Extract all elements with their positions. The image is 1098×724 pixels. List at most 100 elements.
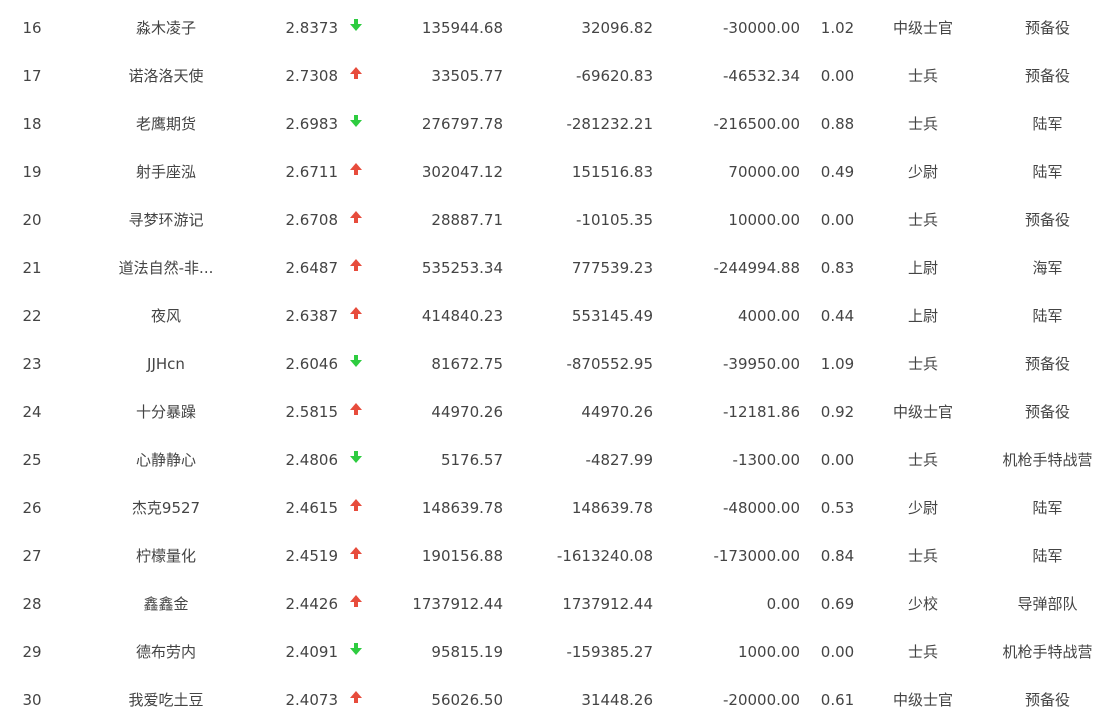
- name-cell: 德布劳内: [135, 643, 196, 661]
- rank-cell: 27: [22, 547, 42, 565]
- value2-cell: 553145.49: [571, 307, 653, 325]
- score-cell: 2.4091: [285, 643, 339, 661]
- ratio-cell: 0.83: [820, 259, 855, 277]
- arrow-up-icon: [349, 531, 363, 579]
- rank-cell: 21: [22, 259, 42, 277]
- score-cell: 2.6487: [285, 259, 339, 277]
- military-rank-cell: 少校: [907, 595, 938, 613]
- ratio-cell: 0.88: [820, 115, 855, 133]
- unit-cell: 陆军: [1032, 307, 1063, 325]
- trend-cell: [346, 100, 366, 148]
- arrow-up-icon: [349, 243, 363, 291]
- rank-cell: 19: [22, 163, 42, 181]
- score-cell: 2.6983: [285, 115, 339, 133]
- table-row[interactable]: 22 夜风 2.6387 414840.23 553145.49 4000.00 0.44 上…: [0, 292, 1098, 340]
- unit-cell: 陆军: [1032, 547, 1063, 565]
- military-rank-cell: 少尉: [907, 499, 938, 517]
- military-rank-cell: 中级士官: [892, 19, 953, 37]
- score-cell: 2.6387: [285, 307, 339, 325]
- trend-cell: [346, 388, 366, 436]
- name-cell: 心静静心: [135, 451, 196, 469]
- arrow-up-icon: [349, 675, 363, 723]
- ratio-cell: 0.44: [820, 307, 855, 325]
- name-cell: 夜风: [150, 307, 181, 325]
- table-row[interactable]: 29 德布劳内 2.4091 95815.19 -159385.27 1000.00 0.0…: [0, 628, 1098, 676]
- rank-cell: 30: [22, 691, 42, 709]
- trend-cell: [346, 340, 366, 388]
- score-cell: 2.6711: [285, 163, 339, 181]
- arrow-down-icon: [349, 435, 363, 483]
- value1-cell: 276797.78: [421, 115, 503, 133]
- arrow-up-icon: [349, 483, 363, 531]
- value2-cell: -281232.21: [566, 115, 653, 133]
- table-row[interactable]: 18 老鹰期货 2.6983 276797.78 -281232.21 -216500.0…: [0, 100, 1098, 148]
- table-row[interactable]: 26 杰克9527 2.4615 148639.78 148639.78 -48000.0…: [0, 484, 1098, 532]
- score-cell: 2.4806: [285, 451, 339, 469]
- value3-cell: 0.00: [766, 595, 800, 613]
- table-row[interactable]: 16 淼木凌子 2.8373 135944.68 32096.82 -30000.00 1.…: [0, 4, 1098, 52]
- table-row[interactable]: 28 鑫鑫金 2.4426 1737912.44 1737912.44 0.00 0.69 少…: [0, 580, 1098, 628]
- value2-cell: 32096.82: [581, 19, 653, 37]
- table-row[interactable]: 17 诺洛洛天使 2.7308 33505.77 -69620.83 -46532.34 0…: [0, 52, 1098, 100]
- unit-cell: 陆军: [1032, 499, 1063, 517]
- value1-cell: 535253.34: [421, 259, 503, 277]
- name-cell: 诺洛洛天使: [128, 67, 204, 85]
- value3-cell: -216500.00: [713, 115, 800, 133]
- trend-cell: [346, 244, 366, 292]
- trend-cell: [346, 52, 366, 100]
- value2-cell: -69620.83: [576, 67, 653, 85]
- table-row[interactable]: 25 心静静心 2.4806 5176.57 -4827.99 -1300.00 0.00 士…: [0, 436, 1098, 484]
- table-row[interactable]: 21 道法自然-非... 2.6487 535253.34 777539.23 -2449…: [0, 244, 1098, 292]
- rank-cell: 20: [22, 211, 42, 229]
- value1-cell: 81672.75: [431, 355, 503, 373]
- value3-cell: -30000.00: [723, 19, 800, 37]
- arrow-down-icon: [349, 3, 363, 51]
- rank-cell: 16: [22, 19, 42, 37]
- military-rank-cell: 士兵: [907, 67, 938, 85]
- unit-cell: 预备役: [1024, 691, 1070, 709]
- table-row[interactable]: 19 射手座泓 2.6711 302047.12 151516.83 70000.00 0.…: [0, 148, 1098, 196]
- ratio-cell: 0.61: [820, 691, 855, 709]
- table-row[interactable]: 23 JJHcn 2.6046 81672.75 -870552.95 -39950.00…: [0, 340, 1098, 388]
- value3-cell: -12181.86: [723, 403, 800, 421]
- value3-cell: -39950.00: [723, 355, 800, 373]
- table-row[interactable]: 30 我爱吃土豆 2.4073 56026.50 31448.26 -20000.00 0.…: [0, 676, 1098, 724]
- unit-cell: 陆军: [1032, 163, 1063, 181]
- rank-cell: 24: [22, 403, 42, 421]
- value3-cell: 70000.00: [728, 163, 800, 181]
- value3-cell: -20000.00: [723, 691, 800, 709]
- name-cell: 杰克9527: [131, 499, 201, 517]
- table-row[interactable]: 27 柠檬量化 2.4519 190156.88 -1613240.08 -173000.…: [0, 532, 1098, 580]
- rank-cell: 26: [22, 499, 42, 517]
- value3-cell: -46532.34: [723, 67, 800, 85]
- value1-cell: 135944.68: [421, 19, 503, 37]
- rank-cell: 18: [22, 115, 42, 133]
- value1-cell: 28887.71: [431, 211, 503, 229]
- trend-cell: [346, 484, 366, 532]
- name-cell: 柠檬量化: [135, 547, 196, 565]
- unit-cell: 预备役: [1024, 403, 1070, 421]
- value3-cell: 1000.00: [737, 643, 800, 661]
- table-row[interactable]: 24 十分暴躁 2.5815 44970.26 44970.26 -12181.86 0.9…: [0, 388, 1098, 436]
- ratio-cell: 0.49: [820, 163, 855, 181]
- unit-cell: 海军: [1032, 259, 1063, 277]
- trend-cell: [346, 580, 366, 628]
- table-row[interactable]: 20 寻梦环游记 2.6708 28887.71 -10105.35 10000.00 0.…: [0, 196, 1098, 244]
- arrow-up-icon: [349, 579, 363, 627]
- arrow-down-icon: [349, 627, 363, 675]
- name-cell: 淼木凌子: [135, 19, 196, 37]
- unit-cell: 预备役: [1024, 211, 1070, 229]
- value2-cell: 44970.26: [581, 403, 653, 421]
- value2-cell: -159385.27: [566, 643, 653, 661]
- ratio-cell: 0.00: [820, 67, 855, 85]
- unit-cell: 预备役: [1024, 67, 1070, 85]
- ratio-cell: 1.09: [820, 355, 855, 373]
- arrow-up-icon: [349, 195, 363, 243]
- trend-cell: [346, 292, 366, 340]
- ratio-cell: 0.84: [820, 547, 855, 565]
- trend-cell: [346, 148, 366, 196]
- arrow-down-icon: [349, 99, 363, 147]
- value3-cell: 4000.00: [737, 307, 800, 325]
- name-cell: 寻梦环游记: [128, 211, 204, 229]
- value1-cell: 414840.23: [421, 307, 503, 325]
